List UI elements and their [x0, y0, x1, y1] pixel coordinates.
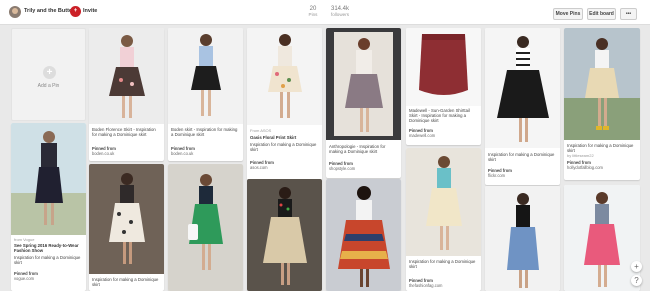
pin-card[interactable]: Inspiration for making a Dominique skirt: [89, 164, 164, 291]
pin-source[interactable]: Pinned from vogue.com: [14, 271, 38, 281]
pin-image[interactable]: [326, 28, 401, 140]
pin-image[interactable]: [89, 28, 164, 124]
pin-image[interactable]: [406, 148, 481, 256]
pin-image[interactable]: [406, 28, 481, 106]
pin-image[interactable]: [247, 28, 322, 125]
add-pin-label: Add a Pin: [37, 83, 60, 89]
pin-card[interactable]: from Vogue See Spring 2016 Ready-to-Wear…: [11, 123, 86, 291]
pin-card[interactable]: [168, 164, 243, 291]
pin-image[interactable]: [168, 28, 243, 124]
pin-image[interactable]: [89, 164, 164, 274]
pin-credit: From ASOS: [250, 128, 272, 133]
pins-label: Pins: [308, 12, 318, 17]
pin-card[interactable]: Boden skirt - Inspiration for making a D…: [168, 28, 243, 161]
pin-card[interactable]: Madewell - Sun-Garden Shirttail Skirt - …: [406, 28, 481, 145]
pin-source[interactable]: Pinned from thefashionfag.com: [409, 278, 442, 288]
pin-card[interactable]: Inspiration for making a Dominique skirt…: [406, 148, 481, 291]
pin-source[interactable]: Pinned from boden.co.uk: [92, 146, 116, 156]
scroll-up-button[interactable]: +: [631, 261, 642, 272]
pin-image[interactable]: [485, 28, 560, 148]
pin-description: Boden Florence Skirt - Inspiration for m…: [92, 127, 156, 138]
pin-card[interactable]: [564, 185, 640, 291]
pin-title: Oasis Floral Print Skirt: [250, 135, 297, 140]
pin-title: See Spring 2016 Ready-to-Wear Fashion Sh…: [14, 243, 79, 254]
pin-source[interactable]: Pinned from hollydotfallblog.com: [567, 160, 603, 170]
board-header: Trily and the Buttons + Invite 20 Pins 3…: [0, 0, 650, 25]
followers-stat[interactable]: 314.4k followers: [326, 6, 354, 17]
pin-card[interactable]: [485, 186, 560, 291]
pin-description: Madewell - Sun-Garden Shirttail Skirt - …: [409, 108, 470, 124]
pin-description: Inspiration for making a Dominique skirt: [92, 277, 159, 288]
move-pins-button[interactable]: Move Pins: [553, 8, 583, 20]
pin-card[interactable]: Boden Florence Skirt - Inspiration for m…: [89, 28, 164, 161]
more-options-button[interactable]: •••: [620, 8, 637, 20]
pin-card[interactable]: Inspiration for making a Dominique skirt…: [485, 28, 560, 185]
followers-label: followers: [330, 12, 350, 17]
pin-image[interactable]: [168, 164, 243, 291]
pin-source[interactable]: Pinned from madewell.com: [409, 128, 435, 138]
help-button[interactable]: ?: [631, 275, 642, 286]
pin-credit: from Vogue: [14, 237, 35, 242]
pin-card[interactable]: [326, 179, 401, 291]
pin-image[interactable]: [564, 28, 640, 140]
invite-icon[interactable]: +: [70, 6, 81, 17]
pin-description: Inspiration for making a Dominique skirt: [488, 152, 555, 163]
pin-image[interactable]: [485, 186, 560, 291]
pin-card[interactable]: [247, 179, 322, 291]
pin-image[interactable]: [11, 123, 86, 235]
pin-source[interactable]: Pinned from shopstyle.com: [329, 161, 355, 171]
edit-board-button[interactable]: Edit board: [587, 8, 616, 20]
pin-description: Inspiration for making a Dominique skirt: [250, 142, 317, 153]
add-pin-tile[interactable]: + Add a Pin: [11, 28, 86, 121]
plus-icon: +: [43, 66, 56, 79]
pins-stat[interactable]: 20 Pins: [300, 6, 326, 17]
pin-description: Inspiration for making a Dominique skirt: [409, 259, 476, 270]
pin-source[interactable]: Pinned from boden.co.uk: [171, 146, 195, 156]
pin-card[interactable]: From ASOS Oasis Floral Print Skirt Inspi…: [247, 28, 322, 182]
pin-description: Boden skirt - Inspiration for making a D…: [171, 127, 238, 138]
pin-source[interactable]: Pinned from flickr.com: [488, 168, 512, 178]
invite-link[interactable]: Invite: [83, 8, 97, 14]
pin-card[interactable]: Inspiration for making a Dominique skirt…: [564, 28, 640, 180]
pin-description: Inspiration for making a Dominique skirt: [567, 143, 634, 154]
pin-source[interactable]: Pinned from asos.com: [250, 160, 274, 170]
owner-avatar[interactable]: [9, 6, 21, 18]
pin-image[interactable]: [564, 185, 640, 291]
pin-description: Inspiration for making a Dominique skirt: [14, 255, 81, 266]
pin-description: Anthropologie - Inspiration for making a…: [329, 144, 386, 155]
pin-grid: + Add a Pin from Vogue See Spring 2016 R…: [0, 25, 650, 291]
pin-image[interactable]: [326, 179, 401, 291]
pin-image[interactable]: [247, 179, 322, 291]
pin-credit: by littleseam22: [567, 153, 594, 158]
pin-card[interactable]: Anthropologie - Inspiration for making a…: [326, 28, 401, 178]
